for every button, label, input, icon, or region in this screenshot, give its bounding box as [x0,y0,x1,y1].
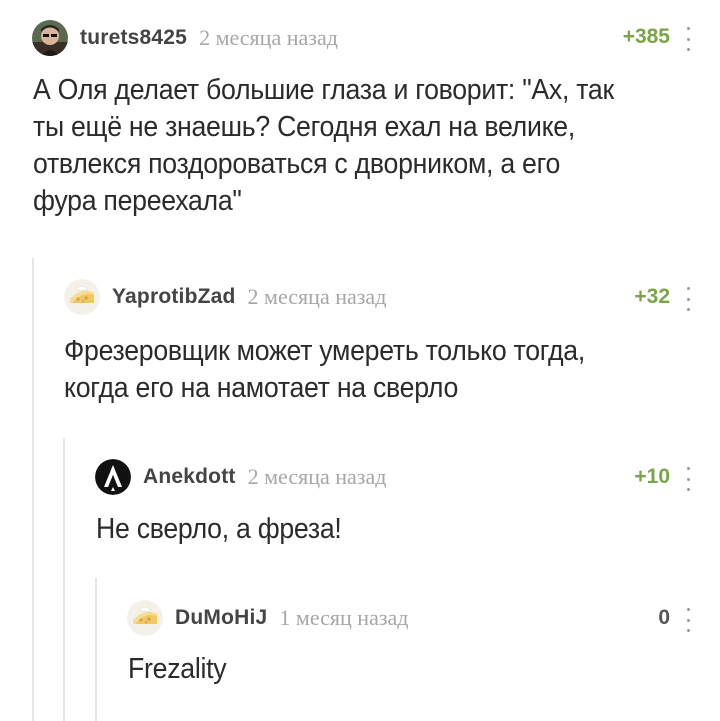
timestamp: 2 месяца назад [199,25,338,50]
comment-header: turets8425 2 месяца назад [32,18,338,58]
cheese-avatar-icon[interactable] [127,600,163,636]
timestamp: 2 месяца назад [247,464,387,489]
rating-score: 0 [658,606,670,629]
username[interactable]: Anekdott [143,465,236,489]
username[interactable]: turets8425 [80,26,187,50]
username[interactable]: DuMoHiJ [175,606,267,630]
more-options-icon[interactable] [682,287,694,311]
comment-text: Фрезеровщик может умереть только тогда, … [64,335,586,404]
comment-header: Anekdott 2 месяца назад [95,457,386,497]
username[interactable]: YaprotibZad [112,285,236,309]
thread-line-level-3 [95,578,97,721]
user-photo-avatar[interactable] [32,20,68,56]
cheese-avatar-icon[interactable] [64,279,100,315]
comment-text: Не сверло, а фреза! [96,513,342,545]
more-options-icon[interactable] [682,467,694,491]
comment-header: DuMoHiJ 1 месяц назад [127,598,408,638]
more-options-icon[interactable] [682,27,694,51]
comment-text: А Оля делает большие глаза и говорит: "А… [33,74,614,217]
rating-score: +10 [634,465,670,488]
comment-text: Frezality [128,653,227,685]
more-options-icon[interactable] [682,608,694,632]
thread-line-level-1 [32,258,34,721]
rating-score: +385 [622,25,670,48]
comment-header: YaprotibZad 2 месяца назад [64,277,386,317]
thread-line-level-2 [63,438,65,721]
rocket-logo-avatar[interactable] [95,459,131,495]
rating-score: +32 [634,285,670,308]
timestamp: 2 месяца назад [247,284,387,309]
timestamp: 1 месяц назад [279,605,409,630]
